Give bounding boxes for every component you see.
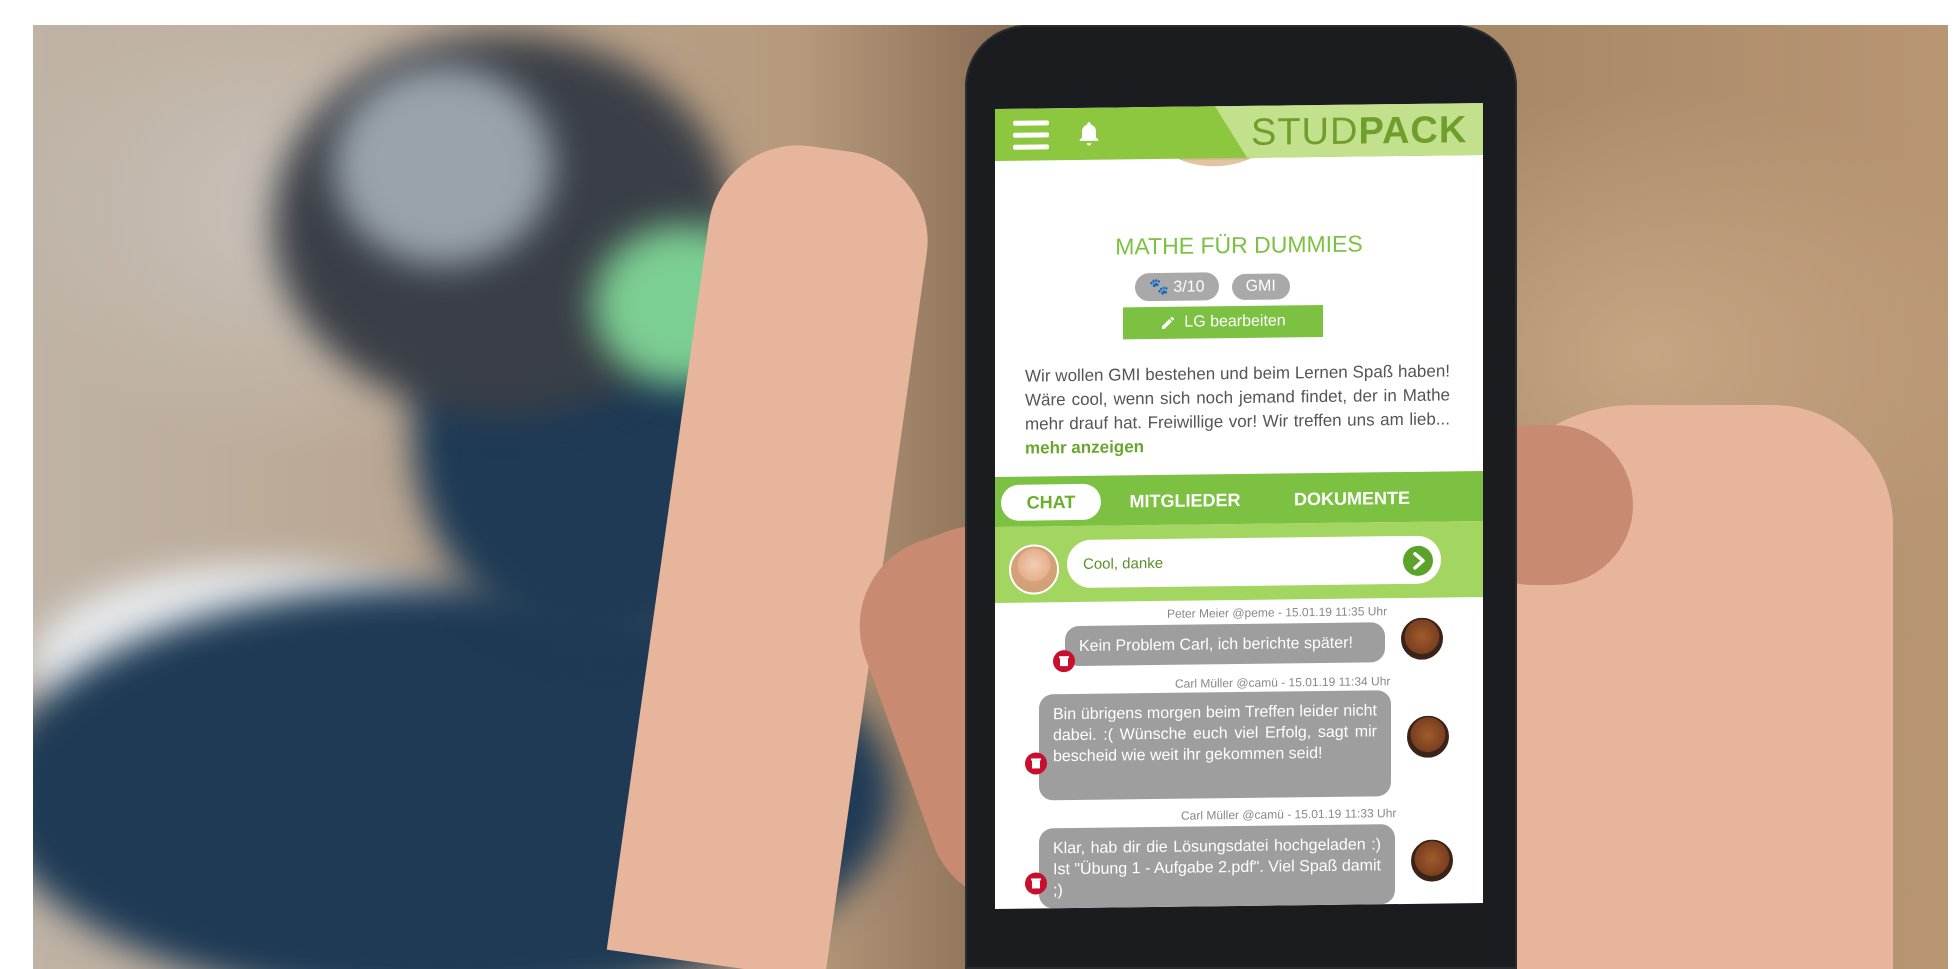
trash-icon[interactable]	[1053, 650, 1075, 673]
group-title: MATHE FÜR DUMMIES	[1115, 230, 1363, 260]
tab-bar: CHAT MITGLIEDER DOKUMENTE	[995, 471, 1483, 527]
brand-logo: STUDPACK	[1251, 109, 1468, 154]
edit-group-label: LG bearbeiten	[1184, 312, 1286, 331]
message-bubble: Bin übrigens morgen beim Treffen leider …	[1039, 690, 1391, 801]
tab-documents[interactable]: DOKUMENTE	[1267, 480, 1437, 518]
message-bubble: Klar, hab dir die Lösungsdatei hochgelad…	[1039, 824, 1395, 909]
members-count: 3/10	[1173, 278, 1205, 296]
message-meta: Carl Müller @camü - 15.01.19 11:34 Uhr	[1175, 674, 1391, 691]
group-description: Wir wollen GMI bestehen und beim Lernen …	[1025, 359, 1450, 460]
send-arrow-icon[interactable]	[1403, 545, 1433, 576]
avatar	[1409, 837, 1455, 884]
trash-icon[interactable]	[1025, 752, 1047, 775]
course-badge: GMI	[1231, 273, 1290, 301]
message-meta: Carl Müller @camü - 15.01.19 11:33 Uhr	[1181, 806, 1397, 823]
show-more-link[interactable]: mehr anzeigen	[1025, 437, 1144, 457]
hamburger-icon[interactable]	[1013, 120, 1049, 150]
description-text: Wir wollen GMI bestehen und beim Lernen …	[1025, 361, 1450, 434]
members-badge: 🐾 3/10	[1135, 272, 1219, 302]
paw-icon: 🐾	[1149, 278, 1169, 297]
app-screen: STUDPACK MATHE FÜR DUMMIES 🐾 3/10 GMI LG…	[995, 103, 1483, 909]
avatar	[1399, 615, 1445, 663]
trash-icon[interactable]	[1025, 872, 1047, 895]
bell-icon[interactable]	[1075, 120, 1103, 148]
avatar	[1009, 544, 1059, 595]
message-input[interactable]	[1067, 535, 1441, 589]
avatar	[1405, 713, 1451, 760]
message-composer	[995, 521, 1483, 603]
top-bar: STUDPACK	[995, 103, 1483, 161]
message-meta: Peter Meier @peme - 15.01.19 11:35 Uhr	[1167, 604, 1388, 621]
tab-chat[interactable]: CHAT	[1001, 483, 1101, 521]
pencil-icon	[1162, 316, 1175, 329]
tab-members[interactable]: MITGLIEDER	[1115, 482, 1255, 520]
group-badges: 🐾 3/10 GMI	[1135, 271, 1298, 302]
background-shoe-sole	[333, 65, 553, 265]
message-bubble: Kein Problem Carl, ich berichte später!	[1065, 622, 1385, 667]
edit-group-button[interactable]: LG bearbeiten	[1123, 304, 1323, 340]
